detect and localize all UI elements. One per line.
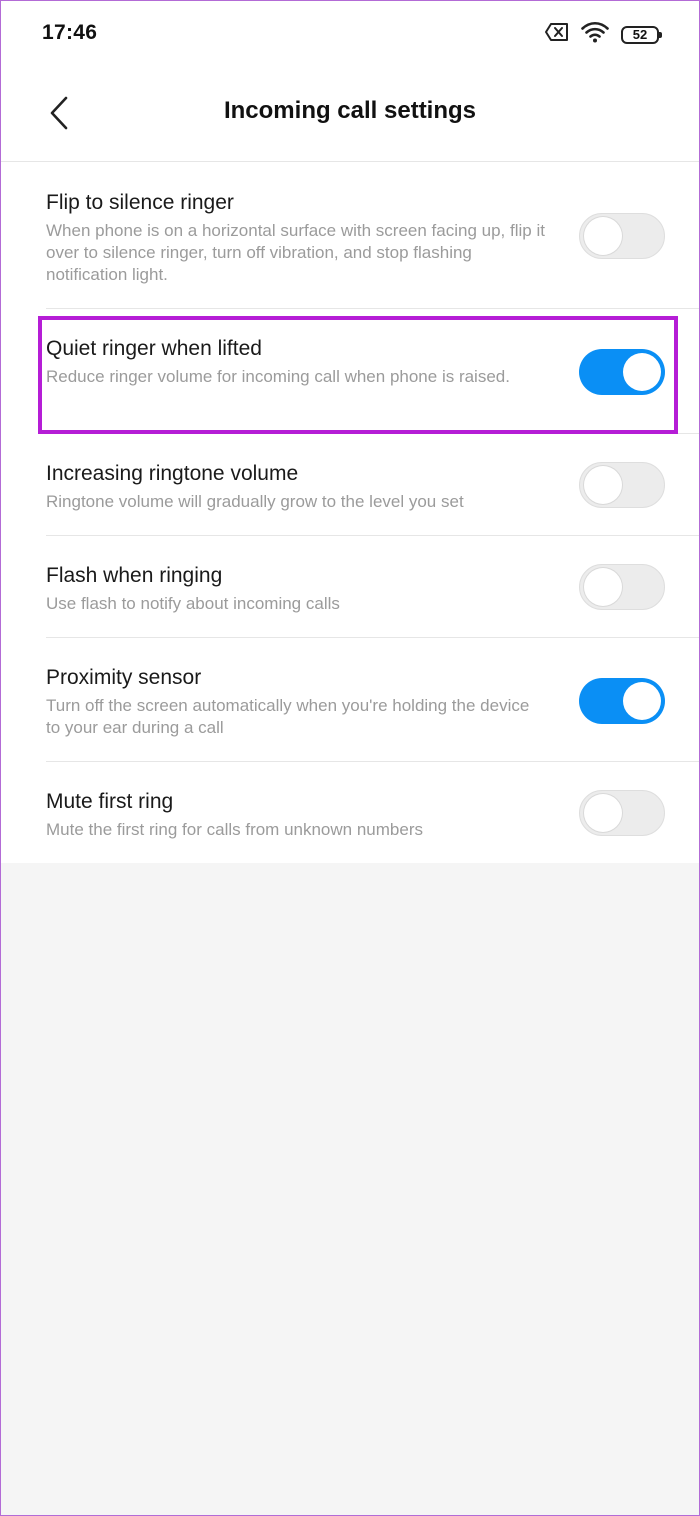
- header: Incoming call settings: [1, 67, 699, 162]
- status-icons: 52: [545, 21, 662, 48]
- setting-quiet-ringer[interactable]: Quiet ringer when lifted Reduce ringer v…: [1, 309, 699, 434]
- setting-flash-when-ringing[interactable]: Flash when ringing Use flash to notify a…: [1, 536, 699, 638]
- setting-proximity-sensor[interactable]: Proximity sensor Turn off the screen aut…: [1, 638, 699, 762]
- battery-icon: 52: [621, 25, 662, 44]
- toggle-knob: [584, 568, 622, 606]
- wifi-icon: [581, 21, 609, 48]
- setting-description: Reduce ringer volume for incoming call w…: [46, 367, 510, 386]
- page-title: Incoming call settings: [223, 97, 477, 124]
- setting-mute-first-ring[interactable]: Mute first ring Mute the first ring for …: [1, 762, 699, 864]
- setting-description: When phone is on a horizontal surface wi…: [46, 221, 545, 284]
- setting-flip-to-silence[interactable]: Flip to silence ringer When phone is on …: [1, 162, 699, 309]
- toggle-knob: [584, 217, 622, 255]
- flash-when-ringing-toggle[interactable]: [579, 564, 665, 610]
- setting-description: Use flash to notify about incoming calls: [46, 594, 340, 613]
- toggle-knob: [623, 682, 661, 720]
- mute-first-ring-toggle[interactable]: [579, 790, 665, 836]
- sim-off-icon: [545, 23, 569, 46]
- settings-list: Flip to silence ringer When phone is on …: [1, 162, 699, 864]
- status-bar: 17:46 52: [1, 1, 699, 67]
- increasing-ringtone-toggle[interactable]: [579, 462, 665, 508]
- battery-level: 52: [632, 27, 648, 42]
- quiet-ringer-toggle[interactable]: [579, 349, 665, 395]
- flip-to-silence-toggle[interactable]: [579, 213, 665, 259]
- setting-description: Ringtone volume will gradually grow to t…: [46, 492, 464, 511]
- setting-description: Turn off the screen automatically when y…: [46, 696, 530, 737]
- setting-increasing-ringtone[interactable]: Increasing ringtone volume Ringtone volu…: [1, 434, 699, 536]
- toggle-knob: [584, 794, 622, 832]
- proximity-sensor-toggle[interactable]: [579, 678, 665, 724]
- setting-description: Mute the first ring for calls from unkno…: [46, 820, 423, 839]
- status-time: 17:46: [42, 21, 98, 44]
- toggle-knob: [623, 353, 661, 391]
- toggle-knob: [584, 466, 622, 504]
- settings-screen: 17:46 52 Incoming call settings Flip to …: [1, 1, 699, 863]
